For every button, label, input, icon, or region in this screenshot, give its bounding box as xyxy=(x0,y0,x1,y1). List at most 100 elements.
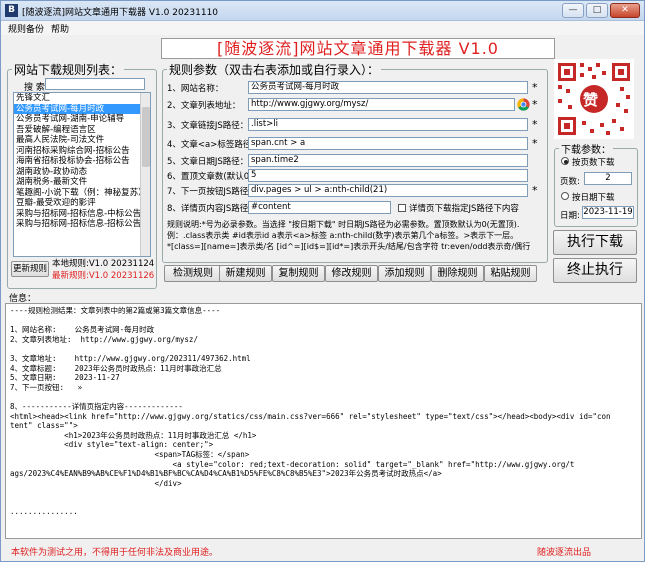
latest-rule-version: 最新规则:V1.0 20231126 xyxy=(52,271,155,281)
rule-list-item[interactable]: 先锋文汇 xyxy=(14,93,150,104)
log-line: 4、文章标题: 2023年公务员时政热点：11月时事政治汇总 xyxy=(10,363,222,373)
field-label: 3、文章链接JS路径： xyxy=(167,121,249,131)
window-title: [随波逐流]网站文章通用下载器 V1.0 20231110 xyxy=(22,8,219,18)
close-button[interactable]: ✕ xyxy=(610,3,640,18)
delete-rule-button[interactable]: 删除规则 xyxy=(431,265,484,282)
rule-list-legend: 网站下载规则列表： xyxy=(14,63,123,77)
log-line: <div style="text-align: center;"> xyxy=(10,440,214,450)
by-count-radio[interactable] xyxy=(561,157,569,165)
required-star: * xyxy=(532,81,538,94)
chrome-icon[interactable] xyxy=(517,98,530,111)
rule-list-item[interactable]: 湖南税务-最新文件 xyxy=(14,177,150,188)
rule-list-item[interactable]: 吾爱破解-编程语言区 xyxy=(14,125,150,136)
field-label: 2、文章列表地址： xyxy=(167,101,241,111)
log-line: 5、文章日期: 2023-11-27 xyxy=(10,373,120,383)
date-input[interactable]: 2023-11-19 xyxy=(582,206,634,219)
field-label: 4、文章<a>标签路径： xyxy=(167,140,260,150)
rule-list[interactable]: 先锋文汇 公务员考试网-每月时政 公务员考试网-湖南-申论辅导 吾爱破解-编程语言区最… xyxy=(13,92,151,257)
rule-note-line: 例：.class表示类 #id表示id a表示<a>标签 a:nth-child… xyxy=(167,231,519,240)
rule-note-line: *[class=][name=]表示类/名 [id^=][id$=][id*=]… xyxy=(167,242,531,251)
rule-list-item[interactable]: 采购与招标网-招标信息-中标公告 xyxy=(14,209,150,220)
rule-list-item[interactable]: 豆瓣-最受欢迎的影评 xyxy=(14,198,150,209)
by-date-label: 按日期下载 xyxy=(572,193,615,203)
next-page-path-input[interactable]: div.pages > ul > a:nth-child(21) xyxy=(248,184,528,197)
a-tag-path-input[interactable]: span.cnt > a xyxy=(248,137,528,150)
rule-list-item[interactable]: 海南省招标投标协会-招标公告 xyxy=(14,156,150,167)
log-line: 7、下一页按钮: » xyxy=(10,382,83,392)
rule-list-item[interactable]: 笔趣阁-小说下载（例：神秘复苏） xyxy=(14,188,150,199)
new-rule-button[interactable]: 新建规则 xyxy=(219,265,272,282)
link-path-input[interactable]: .list>li xyxy=(248,118,528,131)
log-line: ............... xyxy=(10,507,78,517)
log-line: <a style="color: red;text-decoration: so… xyxy=(10,459,575,469)
by-count-label: 按页数下载 xyxy=(572,158,615,168)
required-star: * xyxy=(532,184,538,197)
add-rule-button[interactable]: 添加规则 xyxy=(378,265,431,282)
disclaimer-text: 本软件为测试之用，不得用于任何非法及商业用途。 xyxy=(11,548,219,558)
site-name-input[interactable]: 公务员考试网-每月时政 xyxy=(248,81,528,94)
rule-note-line: 规则说明:*号为必录参数。当选择 "按日期下载" 时日期JS路径为必需参数。置顶… xyxy=(167,220,520,229)
search-input[interactable] xyxy=(45,78,145,90)
log-line: 2、文章列表地址: http://www.gjgwy.org/mysz/ xyxy=(10,334,198,344)
pages-input[interactable]: 2 xyxy=(584,172,632,185)
minimize-button[interactable]: — xyxy=(562,3,584,18)
pinned-count-input[interactable]: 5 xyxy=(248,169,528,182)
rule-list-item[interactable]: 最高人民法院-司法文件 xyxy=(14,135,150,146)
field-label: 6、置顶文章数(默认0)： xyxy=(167,172,261,182)
field-label: 8、详情页内容JS路径： xyxy=(167,204,257,214)
date-path-input[interactable]: span.time2 xyxy=(248,154,528,167)
by-date-radio[interactable] xyxy=(561,192,569,200)
menu-bar: 规则备份 帮助 xyxy=(1,21,644,35)
rule-list-item[interactable]: 公务员考试网-每月时政 xyxy=(14,103,150,114)
log-line: <span>TAG标签：</span> xyxy=(10,449,250,459)
list-url-input[interactable]: http://www.gjgwy.org/mysz/ xyxy=(248,98,515,111)
log-line: tent" class=""> xyxy=(10,421,78,431)
detail-path-checkbox[interactable] xyxy=(398,204,406,212)
info-log[interactable]: ----规则检测结果：文章列表中的第2篇或第3篇文章信息---- 1、网站名称: … xyxy=(5,303,642,539)
rule-list-item[interactable]: 湖南政协-政协动态 xyxy=(14,167,150,178)
run-download-button[interactable]: 执行下载 xyxy=(553,230,637,255)
log-line: ----规则检测结果：文章列表中的第2篇或第3篇文章信息---- xyxy=(10,306,221,315)
scrollbar-thumb[interactable] xyxy=(142,107,150,167)
rule-list-item[interactable]: 公务员考试网-湖南-申论辅导 xyxy=(14,114,150,125)
rule-list-scrollbar[interactable] xyxy=(140,93,150,256)
edit-rule-button[interactable]: 修改规则 xyxy=(325,265,378,282)
paste-rule-button[interactable]: 粘贴规则 xyxy=(484,265,537,282)
stop-button[interactable]: 终止执行 xyxy=(553,258,637,283)
local-rule-version: 本地规则:V1.0 20231124 xyxy=(52,259,155,269)
detail-path-input[interactable]: #content xyxy=(248,201,391,214)
copy-rule-button[interactable]: 复制规则 xyxy=(272,265,325,282)
update-rules-button[interactable]: 更新规则 xyxy=(11,261,49,277)
app-window: B [随波逐流]网站文章通用下载器 V1.0 20231110 — □ ✕ 规则… xyxy=(0,0,645,562)
qr-center-glyph: 赞 xyxy=(583,91,599,109)
log-line: <h1>2023年公务员时政热点：11月时事政治汇总 </h1> xyxy=(10,430,257,440)
date-label: 日期: xyxy=(560,211,580,221)
app-logo-icon: B xyxy=(5,4,18,17)
log-line: </div> xyxy=(10,478,182,488)
menu-help[interactable]: 帮助 xyxy=(51,22,69,35)
log-line: 3、文章地址: http://www.gjgwy.org/202311/4973… xyxy=(10,353,251,363)
log-line: <html><head><link href="http://www.gjgwy… xyxy=(10,411,611,421)
detail-path-checkbox-label: 详情页下载指定JS路径下内容 xyxy=(409,204,519,214)
required-star: * xyxy=(532,118,538,131)
pages-label: 页数: xyxy=(560,177,580,187)
field-label: 1、网站名称： xyxy=(167,84,224,94)
window-controls: — □ ✕ xyxy=(562,3,640,18)
rule-list-item[interactable]: 河南招标采购综合网-招标公告 xyxy=(14,146,150,157)
field-label: 7、下一页按钮JS路径： xyxy=(167,187,257,197)
app-banner: [随波逐流]网站文章通用下载器 V1.0 xyxy=(161,38,555,59)
rule-list-item[interactable]: 采购与招标网-招标信息-招标公告 xyxy=(14,219,150,230)
download-params-legend: 下载参数： xyxy=(561,145,611,156)
title-bar[interactable]: B [随波逐流]网站文章通用下载器 V1.0 20231110 — □ ✕ xyxy=(1,1,644,21)
rule-params-legend: 规则参数（双击右表添加或自行录入）： xyxy=(169,63,380,77)
menu-rule-backup[interactable]: 规则备份 xyxy=(8,22,44,35)
maximize-button[interactable]: □ xyxy=(586,3,608,18)
log-line: 1、网站名称: 公务员考试网-每月时政 xyxy=(10,325,155,335)
check-rule-button[interactable]: 检测规则 xyxy=(164,265,222,282)
author-credit: 随波逐流出品 xyxy=(537,548,592,558)
